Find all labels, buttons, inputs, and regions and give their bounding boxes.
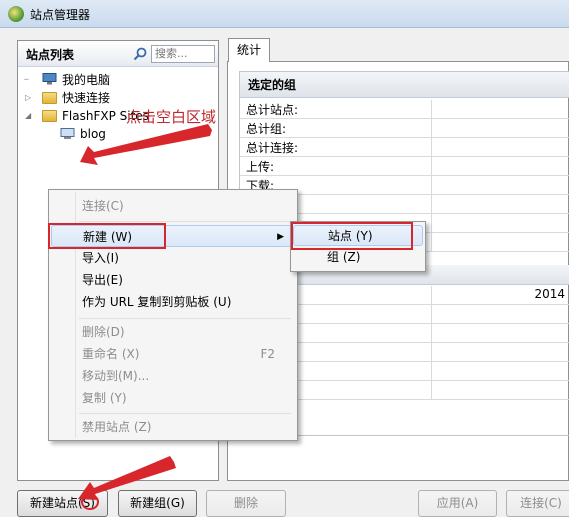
grid-separator <box>431 176 432 194</box>
stats-row: 总计组: <box>240 119 569 138</box>
new-site-button[interactable]: 新建站点(S) <box>17 490 108 517</box>
stats-row-label: 总计组: <box>246 122 287 136</box>
menu-item-label: 连接(C) <box>82 199 124 213</box>
grid-separator <box>431 362 432 380</box>
grid-separator <box>431 324 432 342</box>
tree-item-label: 快速连接 <box>62 91 111 105</box>
grid-separator <box>431 214 432 232</box>
menu-shortcut: F2 <box>260 347 275 361</box>
menu-item-label: 复制 (Y) <box>82 391 127 405</box>
highlight-box-site <box>291 222 413 250</box>
search-input[interactable]: 搜索... <box>151 45 215 63</box>
computer-icon <box>42 73 57 85</box>
menu-item-label: 导出(E) <box>82 273 123 287</box>
search-icon[interactable] <box>133 47 147 61</box>
menu-item-label: 禁用站点 (Z) <box>82 420 152 434</box>
grid-separator <box>431 343 432 361</box>
grid-separator <box>431 119 432 137</box>
grid-separator <box>431 195 432 213</box>
tree-item-label: blog <box>80 127 106 141</box>
menu-separator <box>79 221 291 222</box>
menu-item-delete[interactable]: 删除(D) <box>51 321 295 343</box>
site-list-header: 站点列表 搜索... <box>18 41 218 67</box>
grid-separator <box>431 305 432 323</box>
tree-item-label: 我的电脑 <box>62 73 111 87</box>
grid-separator <box>431 381 432 399</box>
menu-separator <box>79 413 291 414</box>
menu-item-move-to[interactable]: 移动到(M)... <box>51 365 295 387</box>
menu-item-disable-site[interactable]: 禁用站点 (Z) <box>51 416 295 438</box>
grid-separator <box>431 233 432 251</box>
folder-icon <box>42 92 57 104</box>
expand-arrow-icon[interactable]: ▷ <box>25 89 31 107</box>
tree-connector: ┄ <box>24 75 29 84</box>
delete-button[interactable]: 删除 <box>206 490 286 517</box>
submenu-item-label: 组 (Z) <box>327 250 361 264</box>
window-title: 站点管理器 <box>30 8 91 22</box>
title-bar: 站点管理器 <box>0 0 569 28</box>
menu-separator <box>79 318 291 319</box>
site-list-title: 站点列表 <box>26 48 75 62</box>
menu-item-export[interactable]: 导出(E) <box>51 269 295 291</box>
stats-row: 总计站点: <box>240 100 569 119</box>
stats-group-header: 选定的组 <box>240 72 569 98</box>
new-group-button[interactable]: 新建组(G) <box>118 490 197 517</box>
submenu-item-group[interactable]: 组 (Z) <box>293 247 423 268</box>
menu-item-rename[interactable]: 重命名 (X) F2 <box>51 343 295 365</box>
stats-row-label: 总计连接: <box>246 141 299 155</box>
stats-row-label: 总计站点: <box>246 103 299 117</box>
submenu-arrow-icon: ▶ <box>277 232 284 242</box>
menu-item-label: 导入(I) <box>82 251 119 265</box>
menu-item-label: 重命名 (X) <box>82 347 140 361</box>
menu-item-label: 作为 URL 复制到剪贴板 (U) <box>82 295 232 309</box>
connect-button[interactable]: 连接(C) <box>506 490 569 517</box>
app-icon <box>8 6 24 22</box>
grid-separator <box>431 157 432 175</box>
stats-row: 上传: <box>240 157 569 176</box>
menu-item-import[interactable]: 导入(I) <box>51 247 295 269</box>
highlight-box-new <box>48 223 166 249</box>
menu-item-copy[interactable]: 复制 (Y) <box>51 387 295 409</box>
menu-item-copy-url[interactable]: 作为 URL 复制到剪贴板 (U) <box>51 291 295 313</box>
apply-button[interactable]: 应用(A) <box>418 490 497 517</box>
menu-item-label: 移动到(M)... <box>82 369 150 383</box>
stats-row: 总计连接: <box>240 138 569 157</box>
grid-separator <box>431 100 432 118</box>
folder-icon <box>42 110 57 122</box>
annotation-text: 点击空白区域 <box>126 108 217 126</box>
grid-separator <box>431 138 432 156</box>
menu-item-label: 删除(D) <box>82 325 125 339</box>
grid-separator <box>431 286 432 304</box>
stats-row-label: 上传: <box>246 160 275 174</box>
tab-statistics[interactable]: 统计 <box>228 38 270 62</box>
stats-value: 2014 <box>534 287 565 301</box>
menu-item-connect[interactable]: 连接(C) <box>51 195 295 217</box>
site-icon <box>60 128 75 139</box>
collapse-arrow-icon[interactable]: ◢ <box>25 107 31 125</box>
